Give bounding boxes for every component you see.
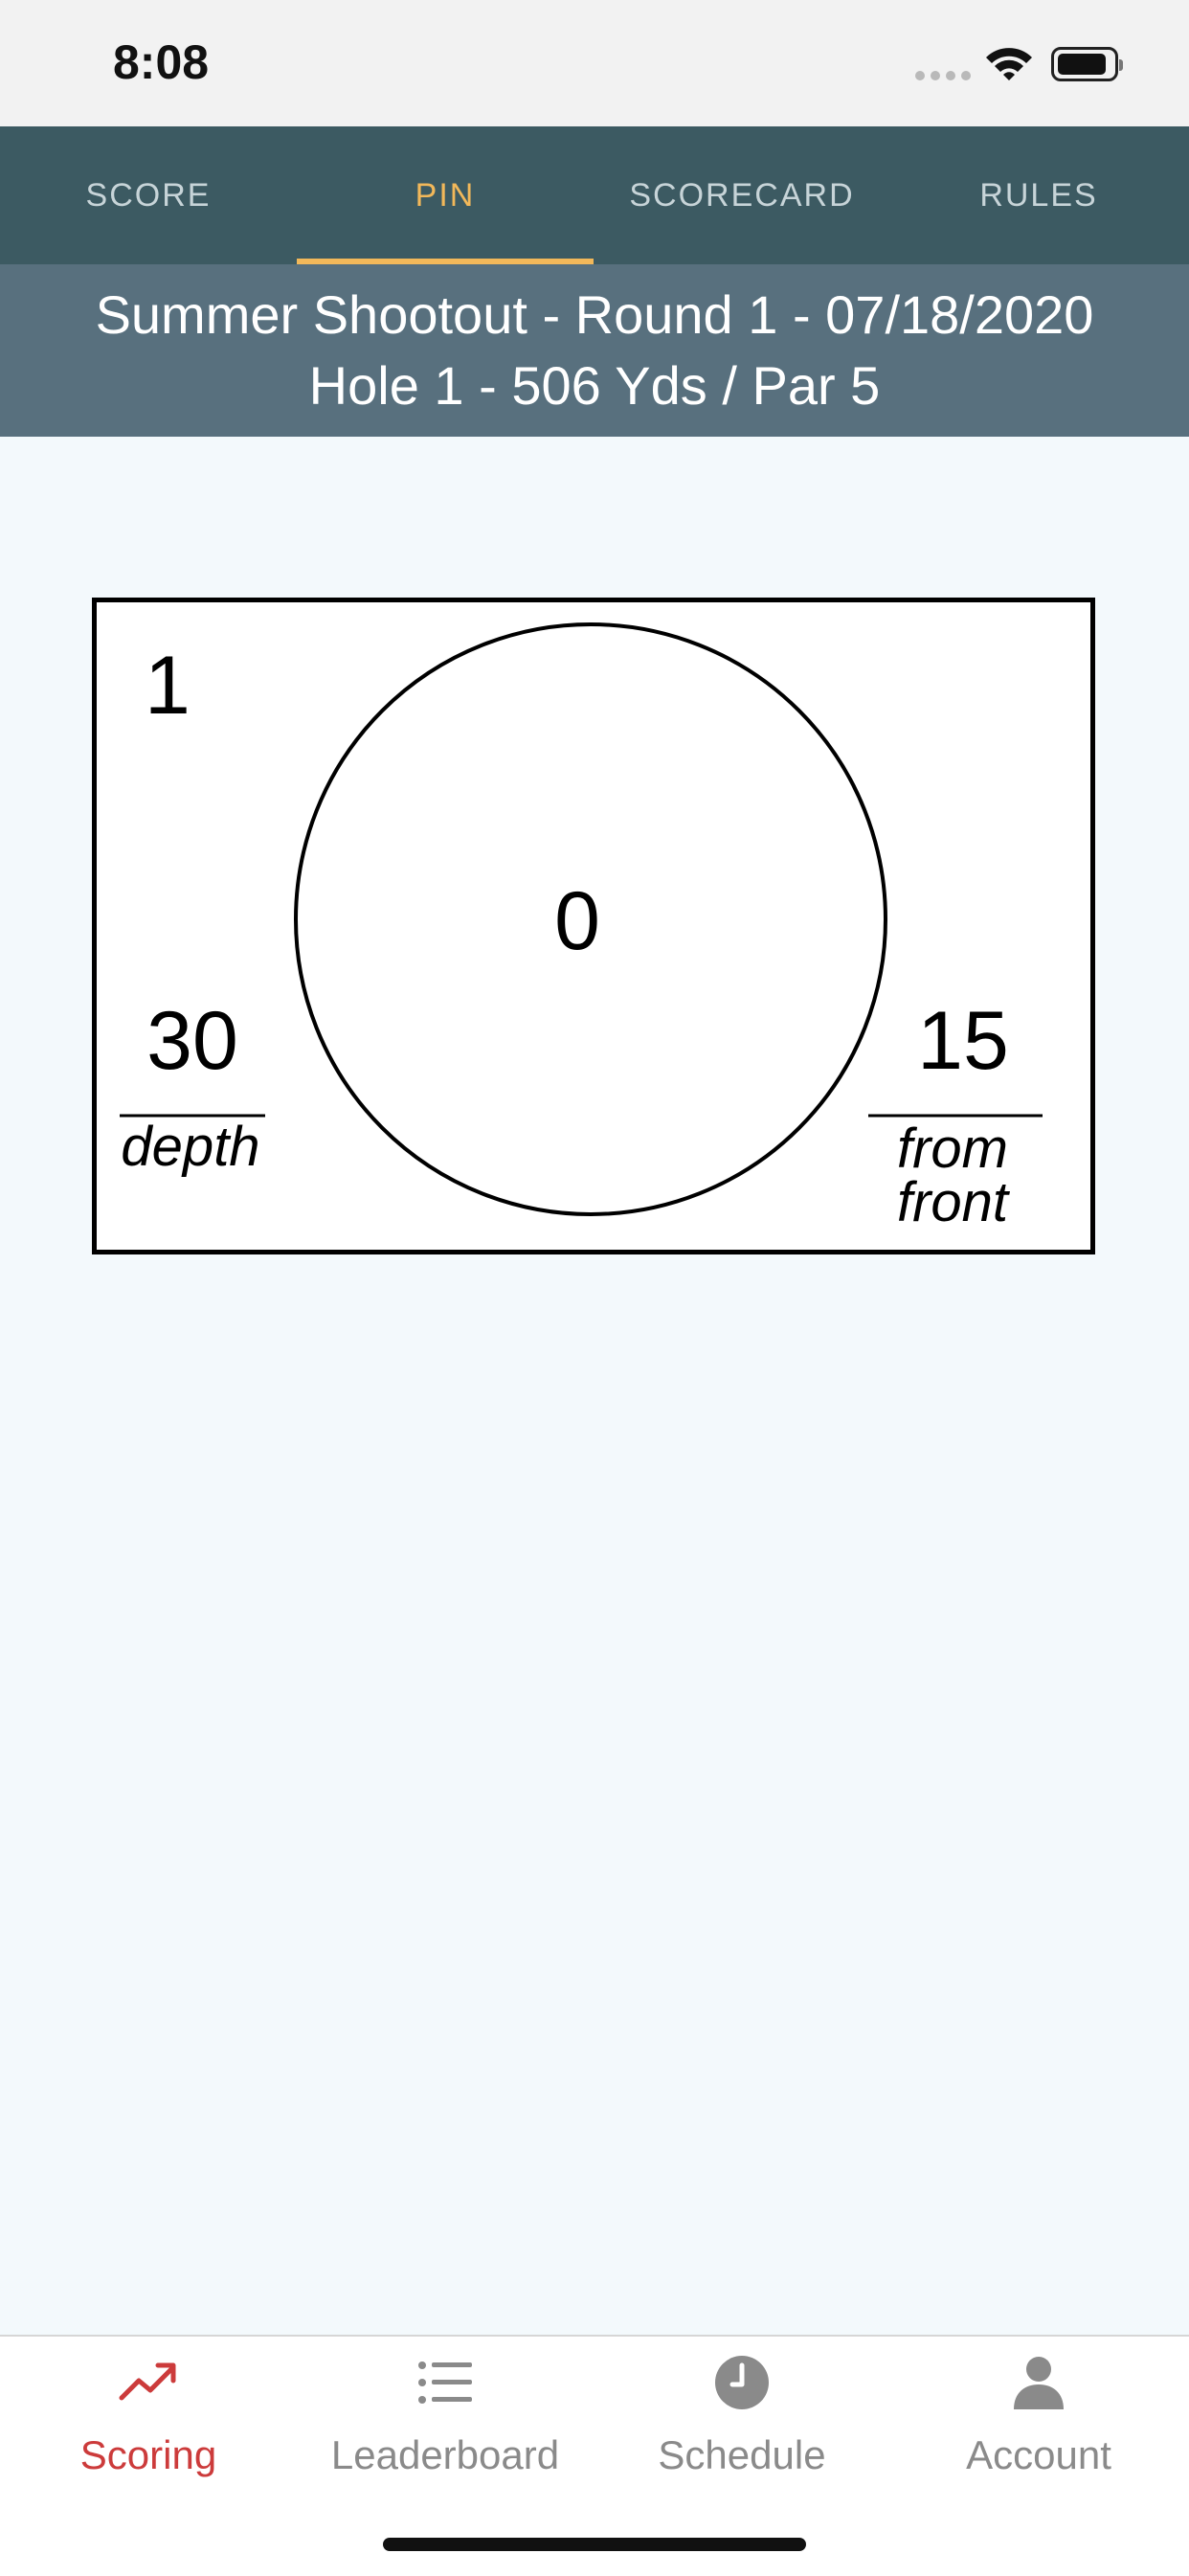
tabbar-schedule[interactable]: Schedule: [594, 2337, 890, 2509]
depth-label: depth: [121, 1116, 259, 1178]
tab-score[interactable]: SCORE: [0, 126, 297, 264]
round-title: Summer Shootout - Round 1 - 07/18/2020: [95, 284, 1094, 345]
list-icon: [418, 2361, 472, 2404]
tabbar-leaderboard-label: Leaderboard: [330, 2432, 560, 2477]
pin-sheet-graphic: 1 0 30 depth 15 from front: [120, 622, 1043, 1233]
from-front-label-line2: front: [897, 1171, 1011, 1233]
top-tab-bar: SCORE PIN SCORECARD RULES: [0, 126, 1189, 264]
tab-rules[interactable]: RULES: [890, 126, 1187, 264]
wifi-icon: [986, 48, 1032, 80]
tabbar-scoring[interactable]: Scoring: [0, 2337, 297, 2509]
tabbar-schedule-label: Schedule: [658, 2432, 826, 2477]
status-time: 8:08: [113, 35, 210, 89]
from-front-value: 15: [917, 995, 1009, 1087]
clock-icon: [715, 2356, 769, 2409]
center-value: 0: [554, 875, 600, 967]
tabbar-leaderboard[interactable]: Leaderboard: [297, 2337, 594, 2509]
tab-scorecard[interactable]: SCORECARD: [594, 126, 890, 264]
pin-sheet: 1 0 30 depth 15 from front: [92, 598, 1095, 1254]
hole-number: 1: [145, 640, 191, 732]
status-bar: 8:08: [0, 0, 1189, 126]
person-icon: [1014, 2357, 1064, 2409]
battery-icon: [1051, 47, 1123, 81]
tabbar-scoring-label: Scoring: [79, 2432, 217, 2477]
tabbar-account-label: Account: [966, 2432, 1111, 2477]
depth-value: 30: [146, 995, 238, 1087]
cellular-signal-icon: [915, 71, 971, 80]
tab-pin[interactable]: PIN: [297, 126, 594, 264]
round-header: Summer Shootout - Round 1 - 07/18/2020 H…: [0, 264, 1189, 437]
home-indicator: [383, 2538, 806, 2551]
trend-icon: [119, 2362, 176, 2401]
hole-info: Hole 1 - 506 Yds / Par 5: [308, 355, 881, 416]
tabbar-account[interactable]: Account: [890, 2337, 1187, 2509]
